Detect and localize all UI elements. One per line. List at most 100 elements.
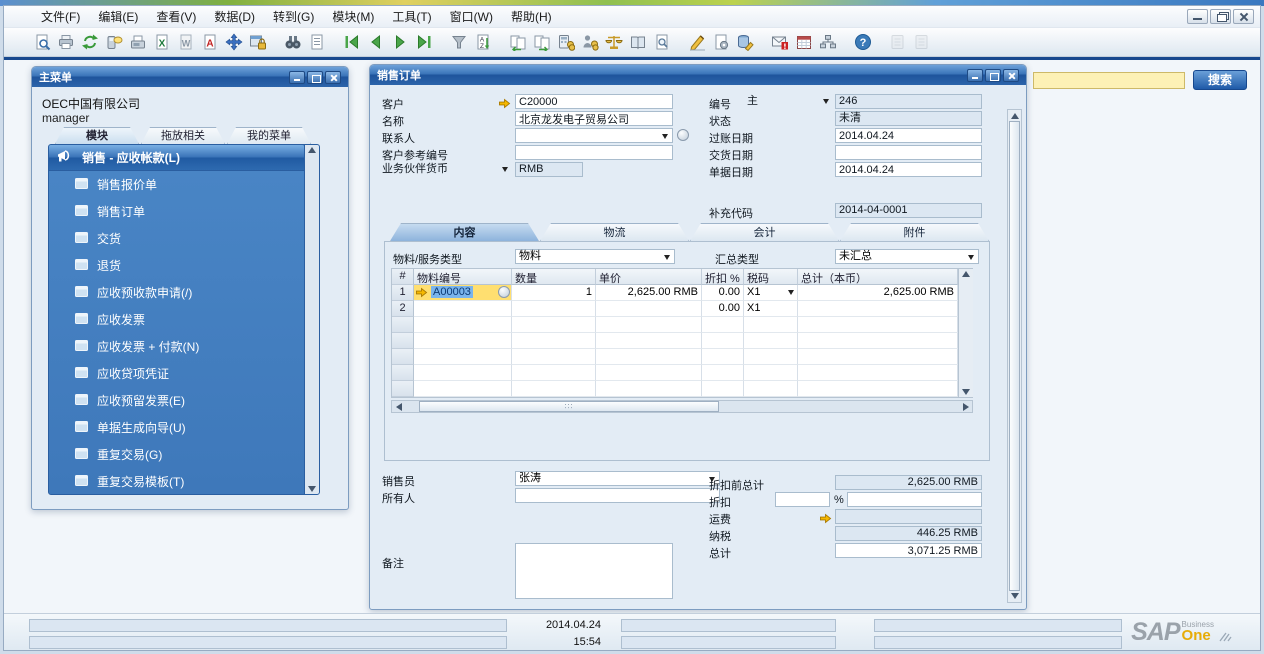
grand-total-value[interactable] (835, 543, 982, 558)
org-chart-icon[interactable] (816, 30, 840, 54)
menu-item[interactable]: 退货 (49, 252, 304, 279)
menu-item[interactable]: 应收预留发票(E) (49, 387, 304, 414)
cell-tax[interactable] (744, 349, 798, 365)
copy-to-icon[interactable] (530, 30, 554, 54)
item-service-type-dropdown[interactable]: 物料 (515, 249, 675, 264)
cell-item[interactable] (414, 349, 512, 365)
copy-from-icon[interactable] (506, 30, 530, 54)
cell-num[interactable]: 1 (392, 285, 414, 301)
menubar-item-edit[interactable]: 编辑(E) (89, 5, 147, 28)
cell-discount[interactable]: 0.00 (702, 285, 744, 301)
menubar-item-window[interactable]: 窗口(W) (441, 5, 502, 28)
first-record-icon[interactable] (340, 30, 364, 54)
cell-item[interactable] (414, 301, 512, 317)
bp-currency-dropdown[interactable]: 业务伙伴货币 (382, 162, 512, 177)
item-info-button[interactable] (498, 286, 510, 298)
close-button[interactable] (1003, 69, 1019, 82)
menu-item[interactable]: 重复交易(G) (49, 441, 304, 468)
cell-price[interactable] (596, 317, 702, 333)
menu-item[interactable]: 销售订单 (49, 198, 304, 225)
close-button[interactable] (325, 71, 341, 84)
launch-application-icon[interactable] (222, 30, 246, 54)
menubar-item-view[interactable]: 查看(V) (147, 5, 205, 28)
discount-amount-input[interactable] (847, 492, 982, 507)
sms-icon[interactable] (102, 30, 126, 54)
send-message-icon[interactable] (78, 30, 102, 54)
cell-discount[interactable] (702, 381, 744, 397)
customer-name-input[interactable] (515, 111, 673, 126)
cell-tax[interactable]: X1 (744, 301, 798, 317)
form-settings-icon[interactable] (709, 30, 733, 54)
vscroll-thumb[interactable] (1009, 121, 1020, 591)
scroll-down-icon[interactable] (962, 389, 970, 395)
minimize-button[interactable] (967, 69, 983, 82)
column-header-item[interactable]: 物料编号 (414, 269, 512, 285)
cell-price[interactable] (596, 381, 702, 397)
volume-weight-icon[interactable] (602, 30, 626, 54)
document-preview-icon[interactable] (650, 30, 674, 54)
next-record-icon[interactable] (388, 30, 412, 54)
export-pdf-icon[interactable]: A (198, 30, 222, 54)
user-settings-icon[interactable] (733, 30, 757, 54)
cell-num[interactable] (392, 349, 414, 365)
scroll-up-icon[interactable] (1011, 113, 1019, 119)
export-excel-icon[interactable]: X (150, 30, 174, 54)
menubar-item-data[interactable]: 数据(D) (205, 5, 264, 28)
cell-num[interactable] (392, 381, 414, 397)
cell-item[interactable] (414, 365, 512, 381)
cell-tax[interactable] (744, 381, 798, 397)
menu-item[interactable]: 应收贷项凭证 (49, 360, 304, 387)
window-vertical-scrollbar[interactable] (1007, 109, 1022, 603)
menu-item[interactable]: 应收预收款申请(/) (49, 279, 304, 306)
cell-total[interactable] (798, 333, 958, 349)
cell-num[interactable]: 2 (392, 301, 414, 317)
app-minimize-button[interactable] (1187, 9, 1208, 24)
column-header-total[interactable]: 总计（本币） (798, 269, 958, 285)
scroll-up-icon[interactable] (308, 147, 316, 153)
cell-total[interactable] (798, 301, 958, 317)
cell-price[interactable] (596, 333, 702, 349)
last-record-icon[interactable] (412, 30, 436, 54)
owner-input[interactable] (515, 488, 720, 503)
column-header-tax[interactable]: 税码 (744, 269, 798, 285)
cell-tax[interactable] (744, 317, 798, 333)
delivery-date-input[interactable] (835, 145, 982, 160)
minimize-button[interactable] (289, 71, 305, 84)
cell-qty[interactable] (512, 317, 596, 333)
cell-qty[interactable] (512, 333, 596, 349)
link-arrow-icon[interactable] (498, 96, 511, 107)
main-menu-tab-my-menu[interactable]: 我的菜单 (227, 127, 311, 144)
menu-item[interactable]: 交货 (49, 225, 304, 252)
menu-section-sales-ar[interactable]: 销售 - 应收帐款(L) (49, 145, 304, 171)
help-icon[interactable]: ? (851, 30, 875, 54)
discount-percent-input[interactable] (775, 492, 830, 507)
cell-tax[interactable] (744, 333, 798, 349)
summary-type-dropdown[interactable]: 未汇总 (835, 249, 979, 264)
calendar-icon[interactable] (792, 30, 816, 54)
gross-profit-icon[interactable] (578, 30, 602, 54)
cell-item[interactable] (414, 317, 512, 333)
scroll-down-icon[interactable] (1011, 593, 1019, 599)
cell-total[interactable]: 2,625.00 RMB (798, 285, 958, 301)
chevron-down-icon[interactable] (788, 290, 794, 295)
hscroll-thumb[interactable]: ∶∶∶ (419, 401, 719, 412)
menubar-item-modules[interactable]: 模块(M) (323, 5, 383, 28)
column-header-discount[interactable]: 折扣 % (702, 269, 744, 285)
cell-total[interactable] (798, 365, 958, 381)
cell-num[interactable] (392, 365, 414, 381)
link-arrow-icon[interactable] (415, 287, 428, 301)
cell-discount[interactable] (702, 333, 744, 349)
cell-qty[interactable] (512, 301, 596, 317)
scroll-down-icon[interactable] (308, 486, 316, 492)
cell-tax[interactable]: X1 (744, 285, 798, 301)
cell-item[interactable]: A00003 (414, 285, 512, 301)
print-icon[interactable] (54, 30, 78, 54)
cell-discount[interactable] (702, 317, 744, 333)
contact-browse-button[interactable] (677, 129, 689, 141)
edit-icon[interactable] (685, 30, 709, 54)
maximize-button[interactable] (985, 69, 1001, 82)
main-menu-tab-drag-relate[interactable]: 拖放相关 (141, 127, 225, 144)
export-word-icon[interactable]: W (174, 30, 198, 54)
alerts-icon[interactable] (768, 30, 792, 54)
menu-item[interactable]: 销售报价单 (49, 171, 304, 198)
